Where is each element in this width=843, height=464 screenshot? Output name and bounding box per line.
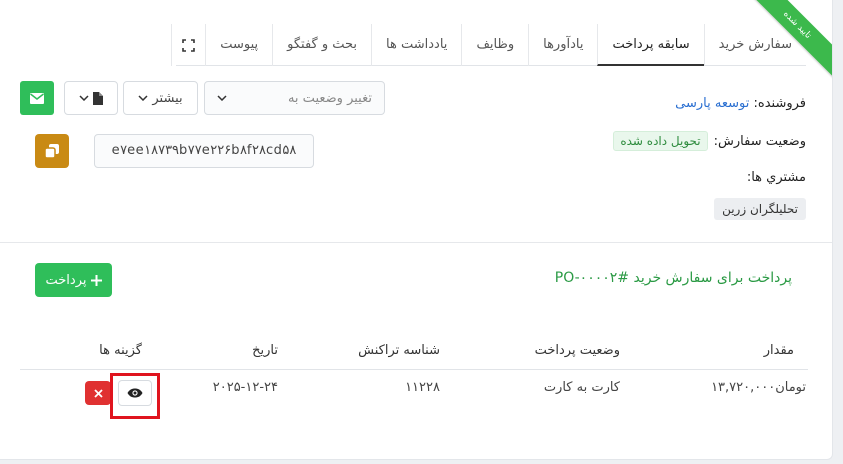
eye-icon xyxy=(127,388,143,398)
view-payment-button[interactable] xyxy=(118,380,152,406)
cell-transaction-id: ۱۱۲۲۸ xyxy=(405,380,440,395)
expand-icon xyxy=(182,38,196,52)
copy-button[interactable] xyxy=(35,134,69,168)
customer-tag[interactable]: تحلیلگران زرین xyxy=(714,198,806,220)
table-header-line xyxy=(20,369,808,370)
purchase-order-card: تایید شده سفارش خرید سابقه پرداخت یادآور… xyxy=(0,0,833,460)
change-status-placeholder: تغییر وضعیت به xyxy=(287,90,372,106)
tab-reminders[interactable]: یادآورها xyxy=(528,24,597,66)
order-hash-field[interactable]: e۷ee۱۸۷۳۹b۷۷e۲۲۶b۸f۲۸cd۵۸ xyxy=(94,134,314,168)
cell-payment-status: کارت به کارت xyxy=(543,380,620,395)
payment-section-title: پرداخت برای سفارش خرید #PO-۰۰۰۰۲ xyxy=(554,270,792,286)
fullscreen-button[interactable] xyxy=(171,24,205,66)
chevron-down-icon xyxy=(138,95,148,101)
column-header-payment-status: وضعیت پرداخت xyxy=(534,343,620,358)
chevron-down-icon xyxy=(217,95,227,101)
tab-bar: سفارش خرید سابقه پرداخت یادآورها وظایف ی… xyxy=(171,24,806,66)
add-payment-label: پرداخت xyxy=(45,272,87,288)
change-status-select[interactable]: تغییر وضعیت به xyxy=(204,81,385,115)
tab-purchase-order[interactable]: سفارش خرید xyxy=(703,24,806,66)
email-button[interactable] xyxy=(20,81,54,115)
pdf-dropdown-button[interactable] xyxy=(64,81,118,115)
column-header-options: گزینه ها xyxy=(99,343,142,358)
plus-icon xyxy=(90,274,102,286)
order-status-label: وضعیت سفارش: xyxy=(713,133,806,149)
column-header-transaction-id: شناسه تراکنش xyxy=(358,343,440,358)
tab-tasks[interactable]: وظایف xyxy=(461,24,528,66)
add-payment-button[interactable]: پرداخت xyxy=(35,263,112,297)
pdf-file-icon xyxy=(93,91,103,105)
vendor-row: فروشنده: توسعه پارسی xyxy=(675,96,806,111)
cell-amount: تومان۱۳,۷۲۰,۰۰۰ xyxy=(711,380,806,395)
tab-notes[interactable]: یادداشت ها xyxy=(371,24,461,66)
more-label: بیشتر xyxy=(152,90,183,106)
column-header-amount: مقدار xyxy=(763,343,794,358)
order-status-badge: تحویل داده شده xyxy=(613,131,708,151)
chevron-down-icon xyxy=(79,95,89,101)
tab-attachments[interactable]: پیوست xyxy=(205,24,272,66)
envelope-icon xyxy=(30,92,44,104)
copy-icon xyxy=(44,144,59,159)
column-header-date: تاریخ xyxy=(252,343,278,358)
order-status-row: وضعیت سفارش: تحویل داده شده xyxy=(613,131,806,151)
close-icon xyxy=(93,388,103,398)
cell-date: ۲۰۲۵-۱۲-۲۴ xyxy=(212,380,278,395)
tab-discussion[interactable]: بحث و گفتگو xyxy=(272,24,371,66)
customers-label: مشتري ها: xyxy=(746,170,806,185)
vendor-label: فروشنده: xyxy=(753,96,807,111)
vendor-link[interactable]: توسعه پارسی xyxy=(675,96,749,111)
more-dropdown-button[interactable]: بیشتر xyxy=(123,81,198,115)
section-divider xyxy=(0,242,832,243)
delete-payment-button[interactable] xyxy=(85,381,111,405)
tab-payment-history[interactable]: سابقه پرداخت xyxy=(597,24,704,66)
